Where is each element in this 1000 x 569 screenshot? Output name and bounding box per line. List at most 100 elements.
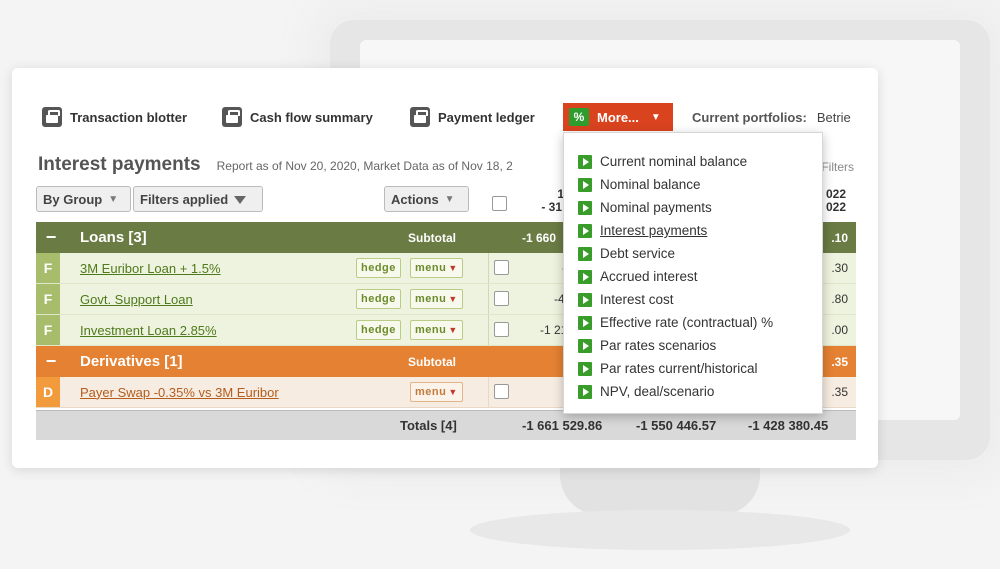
cash-flow-summary-button[interactable]: Cash flow summary bbox=[222, 103, 373, 131]
by-group-label: By Group bbox=[43, 191, 103, 207]
collapse-icon[interactable]: − bbox=[36, 346, 66, 377]
filter-icon bbox=[234, 196, 247, 204]
chevron-down-icon: ▼ bbox=[448, 325, 458, 335]
arrow-right-icon bbox=[578, 384, 592, 399]
chevron-down-icon: ▼ bbox=[448, 294, 458, 304]
row-checkbox[interactable] bbox=[494, 322, 509, 337]
row-menu-label: menu bbox=[415, 324, 447, 336]
totals-row: Totals [4] -1 661 529.86 -1 550 446.57 -… bbox=[36, 410, 856, 440]
deal-link[interactable]: Payer Swap -0.35% vs 3M Euribor bbox=[80, 385, 279, 400]
arrow-right-icon bbox=[578, 246, 592, 261]
menu-item-accrued-interest[interactable]: Accrued interest bbox=[564, 265, 822, 288]
row-right-value: .80 bbox=[831, 292, 848, 306]
row-menu-button[interactable]: menu ▼ bbox=[410, 382, 463, 402]
totals-value: -1 428 380.45 bbox=[748, 418, 829, 433]
row-menu-button[interactable]: menu ▼ bbox=[410, 320, 463, 340]
report-subtitle: Report as of Nov 20, 2020, Market Data a… bbox=[216, 159, 513, 173]
menu-item-label: NPV, deal/scenario bbox=[600, 384, 715, 399]
deal-link[interactable]: 3M Euribor Loan + 1.5% bbox=[80, 261, 221, 276]
menu-item-label: Debt service bbox=[600, 246, 676, 261]
totals-value: -1 550 446.57 bbox=[636, 418, 717, 433]
payment-ledger-button[interactable]: Payment ledger bbox=[410, 103, 535, 131]
menu-item-label: Par rates current/historical bbox=[600, 361, 758, 376]
group-name: Derivatives [1] bbox=[80, 353, 183, 370]
chevron-down-icon: ▼ bbox=[448, 263, 458, 273]
menu-item-label: Interest cost bbox=[600, 292, 674, 307]
subtotal-right-value: .35 bbox=[831, 354, 848, 369]
collapse-icon[interactable]: − bbox=[36, 222, 66, 253]
hedge-button[interactable]: hedge bbox=[356, 258, 401, 278]
subtotal-label: Subtotal bbox=[408, 230, 456, 245]
background-monitor-base bbox=[470, 510, 850, 550]
menu-item-nominal-payments[interactable]: Nominal payments bbox=[564, 196, 822, 219]
row-right-value: .35 bbox=[831, 385, 848, 399]
menu-item-npv-deal-scenario[interactable]: NPV, deal/scenario bbox=[564, 380, 822, 403]
divider bbox=[488, 315, 489, 345]
menu-item-label: Par rates scenarios bbox=[600, 338, 717, 353]
menu-item-label: Current nominal balance bbox=[600, 154, 748, 169]
menu-item-interest-cost[interactable]: Interest cost bbox=[564, 288, 822, 311]
type-badge: F bbox=[36, 253, 60, 283]
totals-value: -1 661 529.86 bbox=[522, 418, 603, 433]
menu-item-label: Nominal balance bbox=[600, 177, 701, 192]
row-checkbox[interactable] bbox=[494, 384, 509, 399]
arrow-right-icon bbox=[578, 292, 592, 307]
actions-label: Actions bbox=[391, 191, 439, 207]
actions-dropdown[interactable]: Actions ▼ bbox=[384, 186, 469, 212]
subtotal-value: -1 660 bbox=[522, 230, 557, 245]
document-icon bbox=[42, 107, 62, 127]
more-button[interactable]: % More... ▼ bbox=[563, 103, 673, 131]
row-menu-button[interactable]: menu ▼ bbox=[410, 289, 463, 309]
row-right-value: .30 bbox=[831, 261, 848, 275]
current-portfolios-value: Betrie bbox=[816, 109, 851, 125]
totals-label: Totals [4] bbox=[400, 418, 457, 433]
row-checkbox[interactable] bbox=[494, 291, 509, 306]
arrow-right-icon bbox=[578, 338, 592, 353]
percent-icon: % bbox=[569, 108, 589, 126]
filters-link[interactable]: Filters bbox=[821, 160, 854, 174]
filters-applied-label: Filters applied bbox=[140, 191, 229, 207]
menu-item-effective-rate[interactable]: Effective rate (contractual) % bbox=[564, 311, 822, 334]
payment-ledger-label: Payment ledger bbox=[438, 109, 535, 125]
menu-item-label: Nominal payments bbox=[600, 200, 712, 215]
menu-item-par-rates-current-historical[interactable]: Par rates current/historical bbox=[564, 357, 822, 380]
arrow-right-icon bbox=[578, 223, 592, 238]
deal-link[interactable]: Investment Loan 2.85% bbox=[80, 323, 217, 338]
transaction-blotter-label: Transaction blotter bbox=[70, 109, 188, 125]
menu-item-label: Accrued interest bbox=[600, 269, 698, 284]
transaction-blotter-button[interactable]: Transaction blotter bbox=[42, 103, 187, 131]
menu-item-interest-payments[interactable]: Interest payments bbox=[564, 219, 822, 242]
arrow-right-icon bbox=[578, 177, 592, 192]
current-portfolios[interactable]: Current portfolios: Betrie bbox=[692, 103, 878, 131]
chevron-down-icon: ▼ bbox=[448, 387, 458, 397]
type-badge: F bbox=[36, 284, 60, 314]
page-title: Interest payments bbox=[38, 154, 201, 175]
subtotal-label: Subtotal bbox=[408, 354, 456, 369]
hedge-button[interactable]: hedge bbox=[356, 289, 401, 309]
by-group-dropdown[interactable]: By Group ▼ bbox=[36, 186, 131, 212]
arrow-right-icon bbox=[578, 269, 592, 284]
divider bbox=[488, 284, 489, 314]
menu-item-debt-service[interactable]: Debt service bbox=[564, 242, 822, 265]
row-right-value: .00 bbox=[831, 323, 848, 337]
chevron-down-icon: ▼ bbox=[444, 193, 455, 205]
deal-link[interactable]: Govt. Support Loan bbox=[80, 292, 193, 307]
type-badge: D bbox=[36, 377, 60, 407]
menu-item-nominal-balance[interactable]: Nominal balance bbox=[564, 173, 822, 196]
arrow-right-icon bbox=[578, 315, 592, 330]
hedge-button[interactable]: hedge bbox=[356, 320, 401, 340]
subtotal-right-value: .10 bbox=[831, 230, 848, 245]
row-menu-label: menu bbox=[415, 386, 447, 398]
chevron-down-icon: ▼ bbox=[650, 111, 661, 123]
select-all-checkbox[interactable] bbox=[492, 196, 507, 211]
row-menu-button[interactable]: menu ▼ bbox=[410, 258, 463, 278]
arrow-right-icon bbox=[578, 361, 592, 376]
row-checkbox[interactable] bbox=[494, 260, 509, 275]
report-card: Transaction blotter Cash flow summary Pa… bbox=[12, 68, 878, 468]
menu-item-par-rates-scenarios[interactable]: Par rates scenarios bbox=[564, 334, 822, 357]
menu-item-current-nominal-balance[interactable]: Current nominal balance bbox=[564, 150, 822, 173]
document-icon bbox=[410, 107, 430, 127]
toolbar: Transaction blotter Cash flow summary Pa… bbox=[12, 103, 878, 131]
group-name: Loans [3] bbox=[80, 229, 147, 246]
filters-applied-button[interactable]: Filters applied bbox=[133, 186, 263, 212]
